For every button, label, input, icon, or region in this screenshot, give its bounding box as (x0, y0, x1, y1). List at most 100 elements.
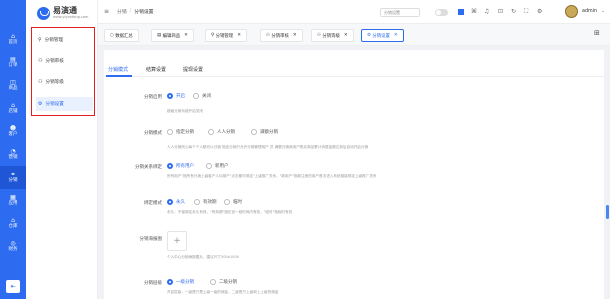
breadcrumb-item[interactable]: 分销 (117, 8, 127, 15)
rail-item[interactable]: ⌂ 首页 (0, 28, 26, 51)
rail-item[interactable]: ▤ 订单 (0, 51, 26, 74)
rail-label: 客户 (8, 131, 18, 137)
upload-button[interactable]: + (167, 231, 187, 251)
tab-distribution-settings[interactable]: ⚙ 分销设置 ✕ (361, 29, 404, 42)
refresh-icon[interactable]: ↻ (511, 8, 516, 15)
main-rail: ⌂ 首页 ▤ 订单 ◫ 商品 ⌂ 店铺 ☻ 客户 ◔ 营销 ⚭ 分销 ▦ 应用 ⌂ 仓库 ◎ 财务 ⇤ (0, 0, 26, 299)
rail-label: 商品 (8, 85, 18, 91)
radio-mode-assigned[interactable]: 指定分销 (167, 129, 194, 135)
tab-withdraw-settings[interactable]: 提现设置 (183, 66, 203, 73)
search-input[interactable]: 分销设置 (380, 8, 420, 17)
form-hint: 超级分销功能开启关闭 (167, 109, 203, 113)
tab-distribution-review[interactable]: ⚇ 分销审核 ✕ (260, 29, 303, 42)
radio-relation-new[interactable]: 新用户 (206, 163, 229, 169)
rail-item[interactable]: ⚭ 分销 (0, 166, 26, 189)
rail-icon: ◔ (10, 147, 16, 155)
avatar[interactable] (565, 5, 578, 18)
close-icon[interactable]: ✕ (184, 33, 188, 38)
form-label: 绑定模式 (144, 201, 162, 206)
username[interactable]: admin (582, 9, 597, 14)
rail-label: 分销 (8, 177, 18, 183)
users-icon: ⚇ (317, 33, 321, 38)
main-panel: 分销模式 结算设置 提现设置 分销启用 开启 关闭 超级分销功能开启关闭 分销模… (104, 50, 604, 299)
form-label: 分销海报图 (139, 237, 163, 242)
tab-distribution-mode[interactable]: 分销模式 (108, 66, 128, 73)
rail-icon: ▦ (10, 193, 16, 201)
user-icon: ⚲ (38, 37, 42, 43)
rail-item[interactable]: ⌂ 店铺 (0, 97, 26, 120)
tab-edit-product[interactable]: ▤ 编辑商品 ✕ (151, 29, 194, 42)
rail-icon: ⌂ (11, 216, 15, 224)
rail-icon: ◎ (10, 239, 16, 247)
rail-icon: ☻ (9, 124, 17, 132)
radio-enable-off[interactable]: 关闭 (193, 93, 211, 99)
grid-icon[interactable]: ⊞ (594, 29, 600, 37)
rail-label: 财务 (8, 246, 18, 252)
rail-icon: ⌂ (11, 101, 15, 109)
form-hint: 个人中心分销海报图片，建议尺寸500x1000 (167, 255, 240, 259)
rail-label: 营销 (8, 154, 18, 160)
rail-item[interactable]: ⌂ 仓库 (0, 212, 26, 235)
sidebar-item-distribution-settings[interactable]: ⚙ 分销设置 (36, 97, 93, 111)
lock-icon[interactable]: ⊡ (498, 8, 503, 15)
chevron-down-icon[interactable]: ⌄ (601, 8, 605, 14)
rail-item[interactable]: ◫ 商品 (0, 74, 26, 97)
scrollbar[interactable] (606, 205, 609, 219)
rail-icon: ⌂ (11, 32, 15, 40)
tab-settlement-settings[interactable]: 结算设置 (146, 66, 166, 73)
sidebar-item-distribution-level[interactable]: ⚇ 分销等级 (36, 75, 93, 89)
tab-bar: ○ 数据汇总 ▤ 编辑商品 ✕ ⚲ 分销管理 ✕ ⚇ 分销审核 ✕ ⚇ 分销等级 ✕ ⚙… (98, 24, 610, 46)
users-icon: ⚇ (266, 33, 270, 38)
sidebar-item-distribution-manage[interactable]: ⚲ 分销管理 (36, 33, 93, 47)
menu-icon[interactable]: ≡ (104, 8, 109, 15)
top-bar: ≡ 分销 / 分销设置 分销设置 ⌘ ♫ ⊡ ↻ ⛶ ⚙ admin ⌄ (98, 0, 610, 24)
breadcrumb-current: 分销设置 (134, 10, 154, 15)
radio-level-one[interactable]: 一级分销 (167, 279, 194, 285)
close-icon[interactable]: ✕ (344, 33, 348, 38)
theme-toggle[interactable] (435, 9, 448, 16)
logo-subtitle: www.yiyantong.com (53, 15, 89, 19)
radio-enable-on[interactable]: 开启 (167, 93, 185, 99)
tab-distribution-level[interactable]: ⚇ 分销等级 ✕ (311, 29, 354, 42)
radio-mode-everyone[interactable]: 人人分销 (208, 129, 235, 135)
close-icon[interactable]: ✕ (237, 33, 241, 38)
sidebar-item-distribution-review[interactable]: ⚇ 分销审核 (36, 54, 93, 68)
radio-bind-permanent[interactable]: 永久 (167, 199, 185, 205)
plus-icon: + (173, 236, 181, 246)
theme-color-icon[interactable] (458, 9, 464, 15)
tab-divider (104, 76, 604, 77)
tab-distribution-manage[interactable]: ⚲ 分销管理 ✕ (205, 29, 247, 42)
close-icon[interactable]: ✕ (293, 33, 297, 38)
translate-icon[interactable]: ⌘ (471, 8, 477, 15)
rail-label: 应用 (8, 200, 18, 206)
collapse-icon[interactable]: ⇤ (6, 280, 20, 293)
users-icon: ⚇ (38, 58, 43, 64)
radio-level-two[interactable]: 二级分销 (210, 279, 237, 285)
gear-icon: ⚙ (367, 33, 371, 38)
radio-bind-temporary[interactable]: 临时 (224, 199, 242, 205)
radio-bind-period[interactable]: 有效期 (194, 199, 217, 205)
product-icon: ▤ (157, 33, 162, 38)
gear-icon: ⚙ (38, 101, 43, 107)
close-icon[interactable]: ✕ (394, 33, 398, 38)
users-icon: ⚇ (38, 79, 43, 85)
rail-item[interactable]: ☻ 客户 (0, 120, 26, 143)
rail-item[interactable]: ◔ 营销 (0, 143, 26, 166)
rail-label: 仓库 (8, 223, 18, 229)
form-hint: 开启层级，一级是只是上级一级的佣金，二级是只上级和上上级的佣金 (167, 290, 279, 294)
fullscreen-icon[interactable]: ⛶ (524, 8, 528, 16)
bell-icon[interactable]: ♫ (484, 8, 489, 15)
rail-item[interactable]: ◎ 财务 (0, 235, 26, 258)
form-label: 分销层级 (144, 281, 162, 286)
radio-relation-all[interactable]: 所有用户 (167, 163, 194, 169)
logo: 易演通 www.yiyantong.com (37, 5, 88, 21)
form-label: 分销关系绑定 (135, 165, 162, 170)
settings-icon[interactable]: ⚙ (537, 8, 542, 15)
tab-underline (106, 75, 132, 77)
form-hint: 人人分销则公每个个人都可以分销 指定分销只允许分销管理用户 员 满额分销商用户购… (167, 145, 369, 149)
rail-icon: ⚭ (10, 170, 16, 178)
tab-dashboard[interactable]: ○ 数据汇总 (104, 29, 139, 42)
rail-item[interactable]: ▦ 应用 (0, 189, 26, 212)
form-label: 分销启用 (144, 95, 162, 100)
radio-mode-threshold[interactable]: 满额分销 (251, 129, 278, 135)
